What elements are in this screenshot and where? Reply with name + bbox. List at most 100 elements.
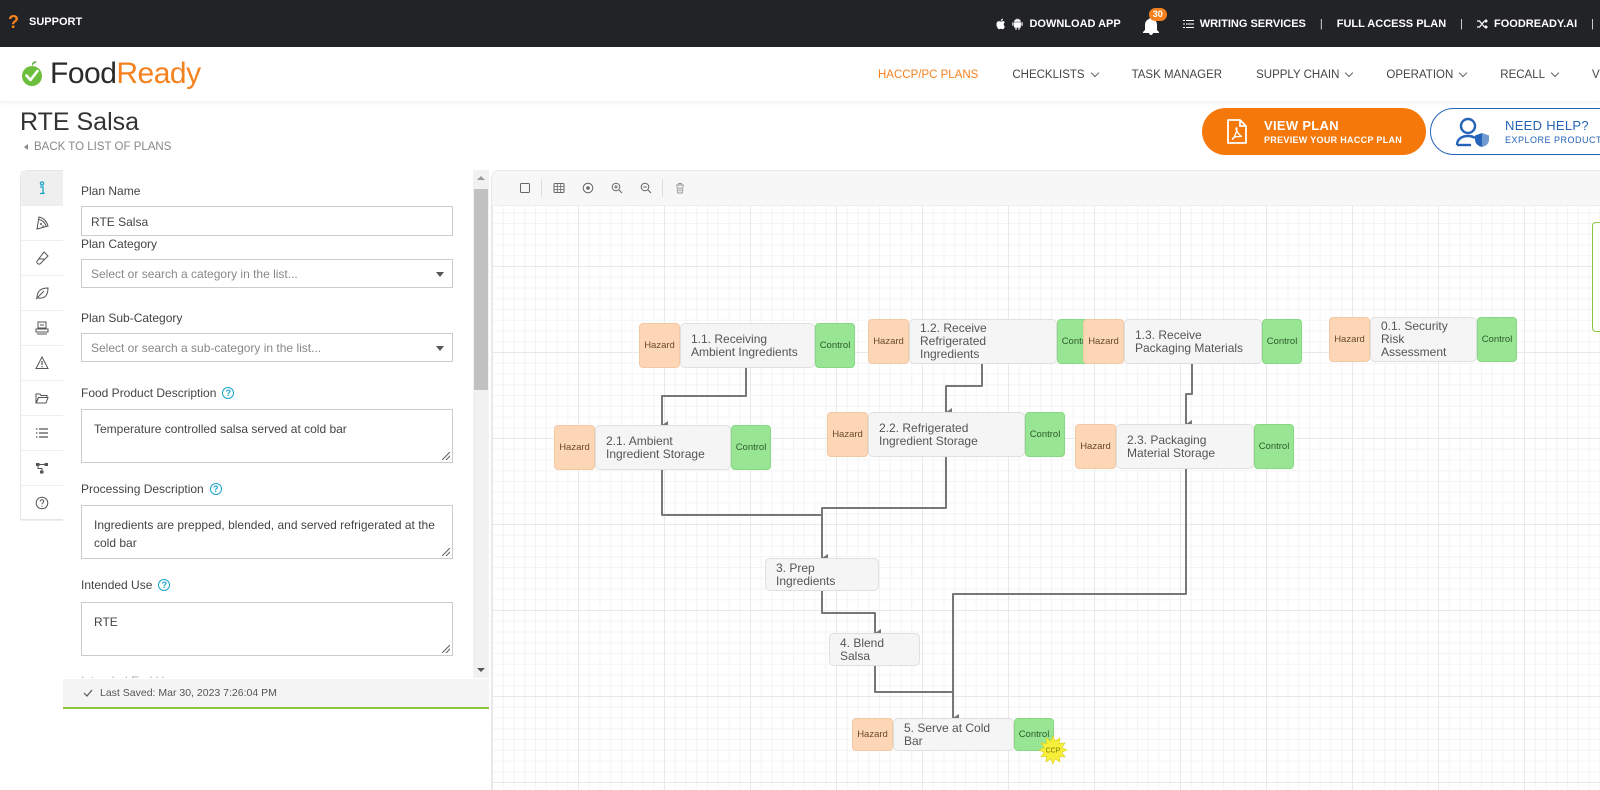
nav-haccp-pc-plans[interactable]: HACCP/PC PLANS xyxy=(878,69,978,81)
hazard-badge[interactable]: Hazard xyxy=(827,412,868,457)
control-badge[interactable]: Control xyxy=(1254,424,1294,469)
control-badge[interactable]: Control xyxy=(815,323,855,368)
list-icon xyxy=(36,428,48,438)
ccp-star-badge: CCP xyxy=(1038,735,1068,765)
support-link[interactable]: ? SUPPORT xyxy=(8,13,82,31)
full-access-plan-link[interactable]: FULL ACCESS PLAN xyxy=(1337,18,1446,30)
flow-step-label: 3. Prep Ingredients xyxy=(776,560,836,588)
tab-info[interactable] xyxy=(21,171,63,206)
apple-icon xyxy=(996,18,1006,29)
flow-step-n3[interactable]: 3. Prep Ingredients xyxy=(765,558,879,591)
need-help-button[interactable]: NEED HELP? EXPLORE PRODUCTS xyxy=(1430,108,1600,155)
flow-step-n5[interactable]: 5. Serve at Cold Bar xyxy=(893,718,1014,751)
flow-step-n01[interactable]: 0.1. Security Risk Assessment xyxy=(1370,317,1477,362)
plan-name-label: Plan Name xyxy=(81,184,141,198)
tab-flow-diagram[interactable] xyxy=(21,451,63,486)
hazard-badge[interactable]: Hazard xyxy=(554,425,595,470)
flow-step-label: 4. Blend Salsa xyxy=(840,635,885,663)
tab-allergens[interactable] xyxy=(21,276,63,311)
dropdown-caret-icon xyxy=(436,272,444,277)
logo-text: FoodReady xyxy=(50,57,201,90)
plan-name-input[interactable]: RTE Salsa xyxy=(81,206,453,236)
plan-category-select[interactable]: Select or search a category in the list.… xyxy=(81,259,453,288)
control-badge[interactable]: Control xyxy=(731,425,771,470)
flow-step-label: 2.2. Refrigerated Ingredient Storage xyxy=(879,420,978,448)
question-icon: ? xyxy=(8,12,19,32)
notifications-button[interactable]: 30 xyxy=(1142,7,1167,35)
scroll-up-icon[interactable] xyxy=(477,176,485,180)
tab-ingredients[interactable] xyxy=(21,241,63,276)
connector-n3-to-n4[interactable] xyxy=(821,591,881,637)
flow-step-n4[interactable]: 4. Blend Salsa xyxy=(829,633,920,666)
foodready-logo[interactable]: FoodReady xyxy=(20,57,201,91)
connector-n22-to-n3[interactable] xyxy=(821,457,947,562)
connector-n12-to-n22[interactable] xyxy=(945,364,983,416)
flow-diagram-canvas[interactable]: Hazard 1.1. Receiving Ambient Ingredients… xyxy=(491,170,1600,790)
full-access-plan-label: FULL ACCESS PLAN xyxy=(1336,17,1447,30)
resize-handle[interactable] xyxy=(442,452,450,460)
nav-operation[interactable]: OPERATION xyxy=(1386,68,1468,81)
food-product-description-label: Food Product Description ? xyxy=(81,386,235,400)
control-badge[interactable]: Control xyxy=(1477,317,1517,362)
connector-n4-to-n5[interactable] xyxy=(874,666,959,722)
hazard-badge[interactable]: Hazard xyxy=(1083,319,1124,364)
tab-product[interactable] xyxy=(21,206,63,241)
tab-help[interactable] xyxy=(21,486,63,521)
scroll-thumb[interactable] xyxy=(474,189,488,390)
tab-hazards[interactable] xyxy=(21,346,63,381)
nav-supply-chain[interactable]: SUPPLY CHAIN xyxy=(1256,68,1354,81)
flow-step-n21[interactable]: 2.1. Ambient Ingredient Storage xyxy=(595,425,731,470)
help-tooltip-icon[interactable]: ? xyxy=(209,483,222,495)
hazard-badge[interactable]: Hazard xyxy=(1075,424,1116,469)
flow-step-label: 0.1. Security Risk Assessment xyxy=(1381,319,1448,359)
tab-steps-list[interactable] xyxy=(21,416,63,451)
help-icon xyxy=(35,496,49,510)
flow-step-n13[interactable]: 1.3. Receive Packaging Materials xyxy=(1124,319,1262,364)
nav-menu: HACCP/PC PLANS CHECKLISTS TASK MANAGER S… xyxy=(878,68,1600,81)
hazard-badge[interactable]: Hazard xyxy=(868,319,909,364)
separator: | xyxy=(1319,17,1323,30)
flow-step-n12[interactable]: 1.2. Receive Refrigerated Ingredients xyxy=(909,319,1057,364)
view-plan-button[interactable]: VIEW PLAN PREVIEW YOUR HACCP PLAN xyxy=(1202,108,1426,155)
form-scrollbar[interactable] xyxy=(473,170,489,678)
hazard-badge[interactable]: Hazard xyxy=(852,718,893,751)
connector-n23-to-n5[interactable] xyxy=(952,469,1187,722)
resize-handle[interactable] xyxy=(442,548,450,556)
resize-handle[interactable] xyxy=(442,645,450,653)
intended-use-textarea[interactable]: RTE xyxy=(81,602,453,656)
pdf-file-icon xyxy=(1227,118,1247,144)
connector-n11-to-n21[interactable] xyxy=(661,368,747,429)
last-saved-status: Last Saved: Mar 30, 2023 7:26:04 PM xyxy=(63,679,489,709)
flow-step-n11[interactable]: 1.1. Receiving Ambient Ingredients xyxy=(680,323,815,368)
folder-icon xyxy=(35,393,49,404)
writing-services-link[interactable]: WRITING SERVICES xyxy=(1182,18,1306,30)
download-app-label: DOWNLOAD APP xyxy=(1029,17,1121,30)
flow-step-n22[interactable]: 2.2. Refrigerated Ingredient Storage xyxy=(868,412,1025,457)
connector-n13-to-n23[interactable] xyxy=(1185,364,1193,428)
control-badge[interactable]: Control xyxy=(1262,319,1302,364)
nav-recall[interactable]: RECALL xyxy=(1500,68,1560,81)
control-badge[interactable]: Control xyxy=(1025,412,1065,457)
flow-step-n23[interactable]: 2.3. Packaging Material Storage xyxy=(1116,424,1254,469)
apple-check-logo-icon xyxy=(22,61,42,86)
back-to-plans-link[interactable]: BACK TO LIST OF PLANS xyxy=(24,141,171,153)
need-help-subtitle: EXPLORE PRODUCTS xyxy=(1505,135,1600,145)
tab-documents[interactable] xyxy=(21,381,63,416)
nav-checklists[interactable]: CHECKLISTS xyxy=(1012,68,1099,81)
tab-equipment[interactable] xyxy=(21,311,63,346)
nav-task-manager[interactable]: TASK MANAGER xyxy=(1132,69,1223,81)
food-product-description-textarea[interactable]: Temperature controlled salsa served at c… xyxy=(81,409,453,463)
hazard-badge[interactable]: Hazard xyxy=(639,323,680,368)
check-icon xyxy=(83,689,93,697)
connector-n21-to-n3[interactable] xyxy=(661,470,828,562)
processing-description-textarea[interactable]: Ingredients are prepped, blended, and se… xyxy=(81,505,453,559)
download-app-link[interactable]: DOWNLOAD APP xyxy=(995,17,1121,30)
plan-subcategory-select[interactable]: Select or search a sub-category in the l… xyxy=(81,333,453,362)
scroll-down-icon[interactable] xyxy=(477,668,485,672)
nav-verification[interactable]: VERIFICATION xyxy=(1592,69,1600,81)
flow-step-label: 1.3. Receive Packaging Materials xyxy=(1135,327,1244,355)
help-tooltip-icon[interactable]: ? xyxy=(158,579,171,591)
hazard-badge[interactable]: Hazard xyxy=(1329,317,1370,362)
help-tooltip-icon[interactable]: ? xyxy=(222,387,235,399)
foodready-ai-link[interactable]: FOODREADY.AI xyxy=(1477,18,1577,30)
